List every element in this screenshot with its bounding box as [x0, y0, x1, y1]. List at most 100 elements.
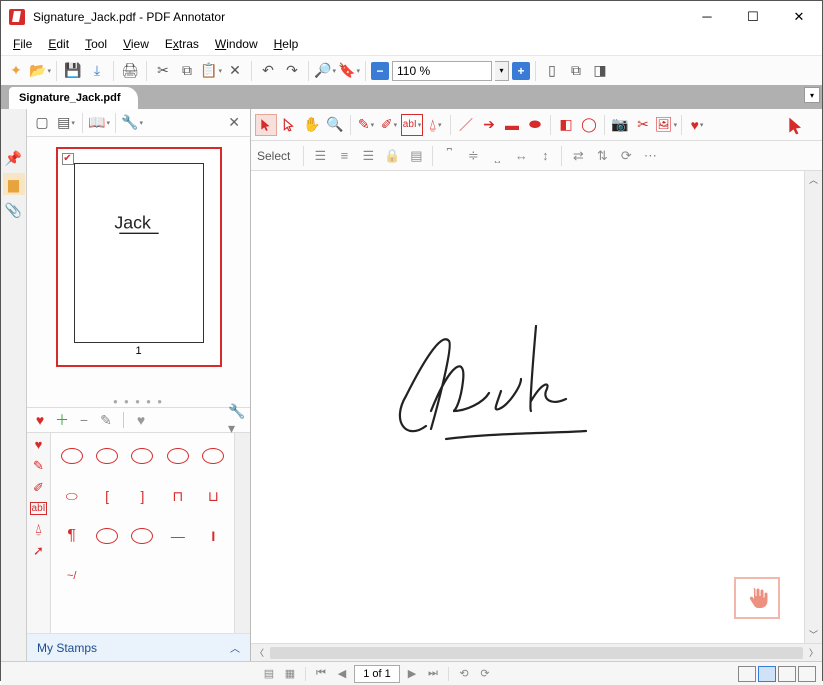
close-button[interactable]: ✕: [776, 2, 822, 32]
menu-window[interactable]: Window: [209, 35, 264, 53]
horizontal-scrollbar[interactable]: 〈〉: [251, 643, 822, 661]
undo-button[interactable]: ↶: [257, 60, 279, 82]
page-thumbnail[interactable]: ✔ Jack 1: [56, 147, 222, 367]
pan-tool[interactable]: ✋: [301, 114, 323, 136]
distrib-v-icon[interactable]: ↕: [534, 145, 556, 167]
nav-fwd-button[interactable]: ⟳: [476, 665, 494, 683]
stamp-item[interactable]: ⊔: [197, 477, 230, 515]
save-button[interactable]: 💾: [62, 60, 84, 82]
arrow-category-icon[interactable]: ➚: [33, 543, 44, 559]
view-single[interactable]: [738, 666, 756, 682]
zoom-in-button[interactable]: +: [512, 62, 530, 80]
crop-tool[interactable]: ✂: [632, 114, 654, 136]
export-button[interactable]: ⤓: [86, 60, 108, 82]
menu-tool[interactable]: Tool: [79, 35, 113, 53]
minimize-button[interactable]: ─: [684, 2, 730, 32]
flip-v-icon[interactable]: ⇅: [591, 145, 613, 167]
fullscreen-button[interactable]: ◨: [589, 60, 611, 82]
align-mid-icon[interactable]: ≑: [462, 145, 484, 167]
pen-category-icon[interactable]: ✎: [33, 458, 44, 474]
image-tool[interactable]: 🖼: [655, 114, 677, 136]
open-button[interactable]: 📂: [29, 60, 51, 82]
rect-tool[interactable]: ▬: [501, 114, 523, 136]
select-text-tool[interactable]: [278, 114, 300, 136]
favorite-gray-icon[interactable]: ♥: [132, 411, 150, 429]
pin-icon[interactable]: 📌: [3, 147, 25, 169]
align-top-icon[interactable]: ⎴: [438, 145, 460, 167]
eraser-tool[interactable]: ◧: [555, 114, 577, 136]
view-continuous[interactable]: [758, 666, 776, 682]
stamp-scrollbar[interactable]: [234, 433, 250, 633]
stamp-item[interactable]: ~/: [55, 557, 88, 595]
pen-tool[interactable]: ✎: [355, 114, 377, 136]
touch-mode-button[interactable]: [734, 577, 780, 619]
lock-icon[interactable]: 🔒: [381, 145, 403, 167]
menu-view[interactable]: View: [117, 35, 155, 53]
text-tool[interactable]: abI: [401, 114, 423, 136]
nav-back-button[interactable]: ⟲: [455, 665, 473, 683]
distrib-h-icon[interactable]: ↔: [510, 145, 532, 167]
page-a-icon[interactable]: ▤: [260, 665, 278, 683]
menu-file[interactable]: File: [7, 35, 38, 53]
paste-button[interactable]: 📋: [200, 60, 222, 82]
page-b-icon[interactable]: ▦: [281, 665, 299, 683]
copy-button[interactable]: ⧉: [176, 60, 198, 82]
first-page-button[interactable]: ⏮: [312, 665, 330, 683]
print-button[interactable]: 🖨: [119, 60, 141, 82]
align-center-icon[interactable]: ≡: [333, 145, 355, 167]
delete-button[interactable]: ✕: [224, 60, 246, 82]
find-button[interactable]: 🔎: [314, 60, 336, 82]
stamp-item[interactable]: [: [90, 477, 123, 515]
align-left-icon[interactable]: ☰: [309, 145, 331, 167]
align-bot-icon[interactable]: ⎵: [486, 145, 508, 167]
stamp-item[interactable]: ⊓: [161, 477, 194, 515]
favorite-icon[interactable]: ♥: [31, 411, 49, 429]
document-tab[interactable]: Signature_Jack.pdf: [9, 87, 138, 109]
page-options-icon[interactable]: ▤: [55, 112, 77, 134]
notes-icon[interactable]: ▆: [3, 173, 25, 195]
rotate-icon[interactable]: ⟳: [615, 145, 637, 167]
stamp-item[interactable]: [131, 448, 153, 464]
redo-button[interactable]: ↷: [281, 60, 303, 82]
next-page-button[interactable]: ▶: [403, 665, 421, 683]
bookmarks-button[interactable]: 🔖: [338, 60, 360, 82]
stamp-item[interactable]: ⬭: [55, 477, 88, 515]
double-page-button[interactable]: ⧉: [565, 60, 587, 82]
stamps-section-header[interactable]: My Stamps ︿: [27, 633, 250, 661]
view-two-up[interactable]: [778, 666, 796, 682]
zoom-out-button[interactable]: −: [371, 62, 389, 80]
stamp-item[interactable]: —: [161, 517, 194, 555]
snapshot-tool[interactable]: 📷: [609, 114, 631, 136]
lasso-tool[interactable]: ◯: [578, 114, 600, 136]
sidebar-close-button[interactable]: ✕: [222, 114, 246, 131]
stamp-item[interactable]: I: [197, 517, 230, 555]
vertical-scrollbar[interactable]: ︿﹀: [804, 171, 822, 643]
last-page-button[interactable]: ⏭: [424, 665, 442, 683]
flip-h-icon[interactable]: ⇄: [567, 145, 589, 167]
page-number-input[interactable]: [354, 665, 400, 683]
align-right-icon[interactable]: ☰: [357, 145, 379, 167]
stamp-item[interactable]: [167, 448, 189, 464]
stamp-tool[interactable]: ⍙: [424, 114, 446, 136]
book-view-icon[interactable]: 📖: [88, 112, 110, 134]
add-stamp-icon[interactable]: ＋: [53, 411, 71, 429]
zoom-input[interactable]: [392, 61, 492, 81]
menu-edit[interactable]: Edit: [42, 35, 75, 53]
wrench-icon[interactable]: 🔧: [121, 112, 143, 134]
layer-icon[interactable]: ▤: [405, 145, 427, 167]
stamp-item[interactable]: [202, 448, 224, 464]
splitter-grip[interactable]: ● ● ● ● ●: [27, 397, 250, 407]
select-tool[interactable]: [255, 114, 277, 136]
marker-tool[interactable]: ✐: [378, 114, 400, 136]
stamp-settings-icon[interactable]: 🔧▾: [228, 411, 246, 429]
new-page-icon[interactable]: ▢: [31, 112, 53, 134]
new-doc-button[interactable]: ✦: [5, 60, 27, 82]
edit-stamp-icon[interactable]: ✎: [97, 411, 115, 429]
prev-page-button[interactable]: ◀: [333, 665, 351, 683]
view-two-cont[interactable]: [798, 666, 816, 682]
marker-category-icon[interactable]: ✐: [33, 480, 44, 496]
stamp-item[interactable]: ]: [126, 477, 159, 515]
single-page-button[interactable]: ▯: [541, 60, 563, 82]
more-icon[interactable]: ⋯: [639, 145, 661, 167]
heart-category-icon[interactable]: ♥: [35, 437, 43, 452]
